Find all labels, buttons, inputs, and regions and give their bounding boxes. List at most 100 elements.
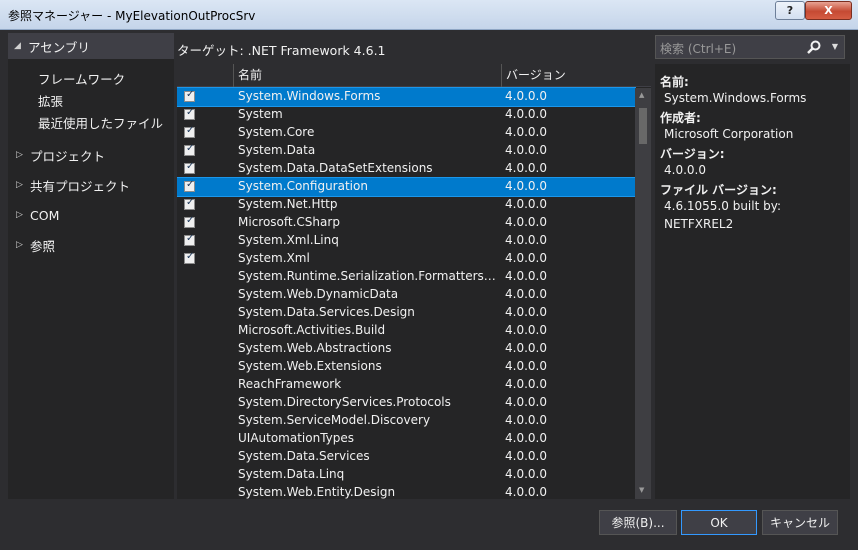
table-row[interactable]: ✓ System.Configuration 4.0.0.0	[177, 177, 636, 197]
row-version: 4.0.0.0	[505, 377, 547, 391]
table-row[interactable]: ✓ System.Data.DataSetExtensions 4.0.0.0	[177, 160, 635, 178]
nav-recent-label: 最近使用したファイル	[38, 115, 164, 131]
row-name: Microsoft.CSharp	[238, 215, 340, 229]
table-row[interactable]: System.Data.Services.Design 4.0.0.0	[177, 304, 635, 322]
row-checkbox[interactable]: ✓	[184, 161, 195, 174]
row-version: 4.0.0.0	[505, 161, 547, 175]
scroll-up-icon[interactable]: ▲	[639, 91, 644, 99]
row-name: System.Xml.Linq	[238, 233, 339, 247]
close-window-button[interactable]: X	[805, 1, 852, 20]
nav-item-projects[interactable]: ▷ プロジェクト	[16, 144, 105, 166]
scrollbar-thumb[interactable]	[639, 108, 647, 144]
search-dropdown-icon[interactable]: ▼	[832, 42, 838, 51]
nav-item-shared-projects[interactable]: ▷ 共有プロジェクト	[16, 174, 130, 196]
row-version: 4.0.0.0	[505, 359, 547, 373]
column-header-name[interactable]: 名前	[233, 64, 501, 87]
row-name: System.Data.Linq	[238, 467, 345, 481]
row-checkbox[interactable]: ✓	[184, 197, 195, 210]
row-version: 4.0.0.0	[505, 125, 547, 139]
ok-button[interactable]: OK	[681, 510, 757, 535]
row-checkbox[interactable]: ✓	[184, 233, 195, 246]
row-checkbox[interactable]: ✓	[184, 125, 195, 138]
table-row[interactable]: System.Runtime.Serialization.Formatters……	[177, 268, 635, 286]
row-checkbox[interactable]: ✓	[184, 215, 195, 228]
nav-item-browse[interactable]: ▷ 参照	[16, 234, 55, 256]
table-row[interactable]: ✓ System.Core 4.0.0.0	[177, 124, 635, 142]
table-row[interactable]: System.DirectoryServices.Protocols 4.0.0.…	[177, 394, 635, 412]
row-checkbox[interactable]: ✓	[184, 179, 195, 192]
table-row[interactable]: System.Web.Abstractions 4.0.0.0	[177, 340, 635, 358]
check-icon: ✓	[186, 215, 195, 226]
row-version: 4.0.0.0	[505, 485, 547, 499]
row-name: System.Data	[238, 143, 316, 157]
row-name: System.Web.Entity.Design	[238, 485, 396, 499]
row-version: 4.0.0.0	[505, 233, 547, 247]
table-row[interactable]: ✓ System.Data 4.0.0.0	[177, 142, 635, 160]
check-icon: ✓	[186, 143, 195, 154]
nav-item-extensions[interactable]: 拡張	[38, 89, 63, 111]
row-name: ReachFramework	[238, 377, 342, 391]
row-name: System.DirectoryServices.Protocols	[238, 395, 451, 409]
table-row[interactable]: System.Web.Entity.Design 4.0.0.0	[177, 484, 635, 499]
row-checkbox[interactable]: ✓	[184, 143, 195, 156]
table-row[interactable]: ✓ System.Xml.Linq 4.0.0.0	[177, 232, 635, 250]
table-row[interactable]: ✓ System 4.0.0.0	[177, 106, 635, 124]
table-row[interactable]: System.Web.Extensions 4.0.0.0	[177, 358, 635, 376]
detail-name-key: 名前:	[660, 75, 689, 89]
nav-assemblies-label: アセンブリ	[28, 39, 90, 55]
row-version: 4.0.0.0	[505, 251, 547, 265]
detail-version-key: バージョン:	[660, 147, 725, 161]
nav-item-com[interactable]: ▷ COM	[16, 204, 59, 226]
row-name: System.Runtime.Serialization.Formatters…	[238, 269, 496, 283]
table-row[interactable]: System.Data.Linq 4.0.0.0	[177, 466, 635, 484]
grid-header: 名前 バージョン	[177, 64, 651, 87]
table-row[interactable]: ReachFramework 4.0.0.0	[177, 376, 635, 394]
collapsed-triangle-icon: ▷	[16, 150, 23, 160]
row-name: System.Data.Services	[238, 449, 370, 463]
row-name: System.Windows.Forms	[238, 89, 381, 103]
target-framework-label: ターゲット: .NET Framework 4.6.1	[177, 43, 386, 58]
cancel-button[interactable]: キャンセル	[762, 510, 838, 535]
table-row[interactable]: ✓ System.Xml 4.0.0.0	[177, 250, 635, 268]
detail-file-version-value-2: NETFXREL2	[664, 217, 734, 231]
search-icon[interactable]	[806, 39, 822, 55]
row-name: System.Configuration	[238, 179, 368, 193]
row-version: 4.0.0.0	[505, 143, 547, 157]
nav-item-assemblies[interactable]: ◢ アセンブリ	[8, 33, 174, 59]
row-name: System	[238, 107, 283, 121]
expanded-triangle-icon: ◢	[14, 41, 21, 51]
table-row[interactable]: Microsoft.Activities.Build 4.0.0.0	[177, 322, 635, 340]
table-row[interactable]: System.ServiceModel.Discovery 4.0.0.0	[177, 412, 635, 430]
row-name: System.ServiceModel.Discovery	[238, 413, 431, 427]
search-box[interactable]: 検索 (Ctrl+E) ▼	[655, 35, 845, 59]
row-version: 4.0.0.0	[505, 341, 547, 355]
nav-framework-label: フレームワーク	[38, 71, 126, 87]
nav-item-recent[interactable]: 最近使用したファイル	[38, 111, 163, 133]
row-version: 4.0.0.0	[505, 269, 547, 283]
table-row[interactable]: ✓ Microsoft.CSharp 4.0.0.0	[177, 214, 635, 232]
help-button[interactable]: ?	[775, 1, 805, 20]
row-version: 4.0.0.0	[505, 197, 547, 211]
table-row[interactable]: System.Data.Services 4.0.0.0	[177, 448, 635, 466]
row-version: 4.0.0.0	[505, 215, 547, 229]
scroll-down-icon[interactable]: ▼	[639, 486, 644, 494]
search-placeholder: 検索 (Ctrl+E)	[660, 42, 737, 56]
nav-shared-projects-label: 共有プロジェクト	[30, 178, 131, 194]
row-name: System.Core	[238, 125, 315, 139]
row-checkbox[interactable]: ✓	[184, 89, 195, 102]
row-checkbox[interactable]: ✓	[184, 251, 195, 264]
browse-button[interactable]: 参照(B)...	[599, 510, 677, 535]
row-name: System.Web.Abstractions	[238, 341, 392, 355]
row-checkbox[interactable]: ✓	[184, 107, 195, 120]
table-row[interactable]: ✓ System.Net.Http 4.0.0.0	[177, 196, 635, 214]
nav-item-framework[interactable]: フレームワーク	[38, 67, 125, 89]
detail-author-value: Microsoft Corporation	[664, 127, 794, 141]
detail-file-version-value: 4.6.1055.0 built by:	[664, 199, 781, 213]
column-header-version[interactable]: バージョン	[501, 64, 635, 87]
table-row[interactable]: UIAutomationTypes 4.0.0.0	[177, 430, 635, 448]
nav-extensions-label: 拡張	[38, 93, 64, 109]
row-version: 4.0.0.0	[505, 107, 547, 121]
table-row[interactable]: ✓ System.Windows.Forms 4.0.0.0	[177, 87, 636, 107]
table-row[interactable]: System.Web.DynamicData 4.0.0.0	[177, 286, 635, 304]
vertical-scrollbar[interactable]: ▲ ▼	[635, 88, 651, 499]
